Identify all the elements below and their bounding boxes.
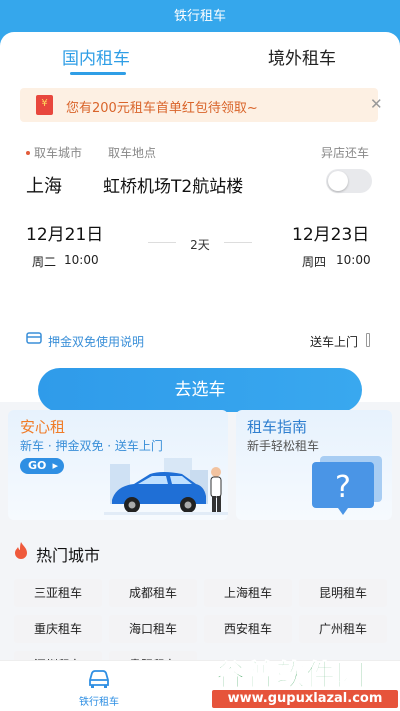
city-chip[interactable]: 昆明租车 bbox=[299, 579, 387, 607]
city-chip[interactable]: 重庆租车 bbox=[14, 615, 102, 643]
tab-overseas[interactable]: 境外租车 bbox=[268, 44, 336, 69]
booking-card: 国内租车 境外租车 ¥ 您有200元租车首单红包待领取~ ✕ 取车城市 取车地点… bbox=[0, 32, 400, 412]
pickup-city-label: 取车城市 bbox=[34, 146, 83, 160]
question-icon: ? bbox=[312, 456, 382, 515]
city-chip[interactable]: 上海租车 bbox=[204, 579, 292, 607]
rental-duration: 2天 bbox=[190, 238, 210, 252]
choose-car-button[interactable]: 去选车 bbox=[38, 368, 362, 412]
pickup-city[interactable]: 上海 bbox=[26, 172, 62, 198]
tab-domestic[interactable]: 国内租车 bbox=[62, 44, 130, 69]
go-label: GO bbox=[28, 459, 47, 472]
end-weekday: 周四 bbox=[302, 255, 327, 269]
date-divider-left bbox=[148, 242, 176, 243]
required-dot-icon bbox=[26, 151, 30, 155]
car-illustration-icon bbox=[104, 458, 228, 515]
promo-text: 您有200元租车首单红包待领取~ bbox=[66, 101, 258, 116]
hot-cities-title: 热门城市 bbox=[36, 546, 101, 565]
tab-bar: 国内租车 境外租车 bbox=[0, 32, 400, 82]
watermark-text: 谷普软件园 bbox=[215, 658, 367, 693]
city-chip[interactable]: 广州租车 bbox=[299, 615, 387, 643]
start-time[interactable]: 10:00 bbox=[64, 253, 99, 267]
deposit-link[interactable]: 押金双免使用说明 bbox=[48, 333, 144, 350]
nav-item-label: 铁行租车 bbox=[79, 697, 119, 708]
end-time[interactable]: 10:00 bbox=[336, 253, 371, 267]
delivery-checkbox[interactable] bbox=[366, 333, 370, 347]
go-arrow-icon: ▸ bbox=[52, 459, 58, 472]
promo-banner[interactable]: ¥ 您有200元租车首单红包待领取~ ✕ bbox=[20, 88, 383, 122]
rental-guide-title: 租车指南 bbox=[247, 418, 308, 436]
city-chip[interactable]: 三亚租车 bbox=[14, 579, 102, 607]
end-date[interactable]: 12月23日 bbox=[292, 220, 369, 245]
anxin-rent-card[interactable]: 安心租 新车 · 押金双免 · 送车上门 GO ▸ bbox=[8, 410, 228, 520]
rental-guide-card[interactable]: 租车指南 新手轻松租车 ? bbox=[236, 410, 392, 520]
watermark-url: www.gupuxlazal.com bbox=[212, 690, 398, 708]
city-chip[interactable]: 海口租车 bbox=[109, 615, 197, 643]
close-icon[interactable]: ✕ bbox=[370, 95, 383, 113]
city-chip[interactable]: 成都租车 bbox=[109, 579, 197, 607]
start-date[interactable]: 12月21日 bbox=[26, 220, 103, 245]
return-elsewhere-toggle[interactable] bbox=[326, 169, 372, 193]
date-divider-right bbox=[224, 242, 252, 243]
question-glyph: ? bbox=[335, 470, 351, 505]
start-weekday: 周二 bbox=[32, 255, 57, 269]
delivery-label[interactable]: 送车上门 bbox=[310, 333, 358, 350]
red-envelope-glyph: ¥ bbox=[41, 98, 48, 109]
flame-icon bbox=[15, 542, 27, 559]
pickup-location[interactable]: 虹桥机场T2航站楼 bbox=[103, 172, 243, 197]
watermark: 谷普软件园 www.gupuxlazal.com bbox=[212, 652, 400, 710]
return-elsewhere-label: 异店还车 bbox=[321, 146, 370, 160]
tab-active-indicator bbox=[70, 72, 126, 75]
rental-guide-subtitle: 新手轻松租车 bbox=[247, 439, 320, 453]
pickup-location-label: 取车地点 bbox=[108, 146, 157, 160]
app-title: 铁行租车 bbox=[173, 9, 226, 24]
toggle-knob bbox=[328, 171, 348, 191]
nav-item-home[interactable]: 铁行租车 bbox=[76, 667, 122, 708]
go-button[interactable]: GO ▸ bbox=[20, 458, 64, 474]
red-envelope-icon: ¥ bbox=[36, 95, 53, 115]
car-icon bbox=[89, 670, 109, 688]
anxin-rent-title: 安心租 bbox=[20, 418, 66, 436]
city-chip[interactable]: 西安租车 bbox=[204, 615, 292, 643]
deposit-info-icon bbox=[26, 331, 42, 349]
